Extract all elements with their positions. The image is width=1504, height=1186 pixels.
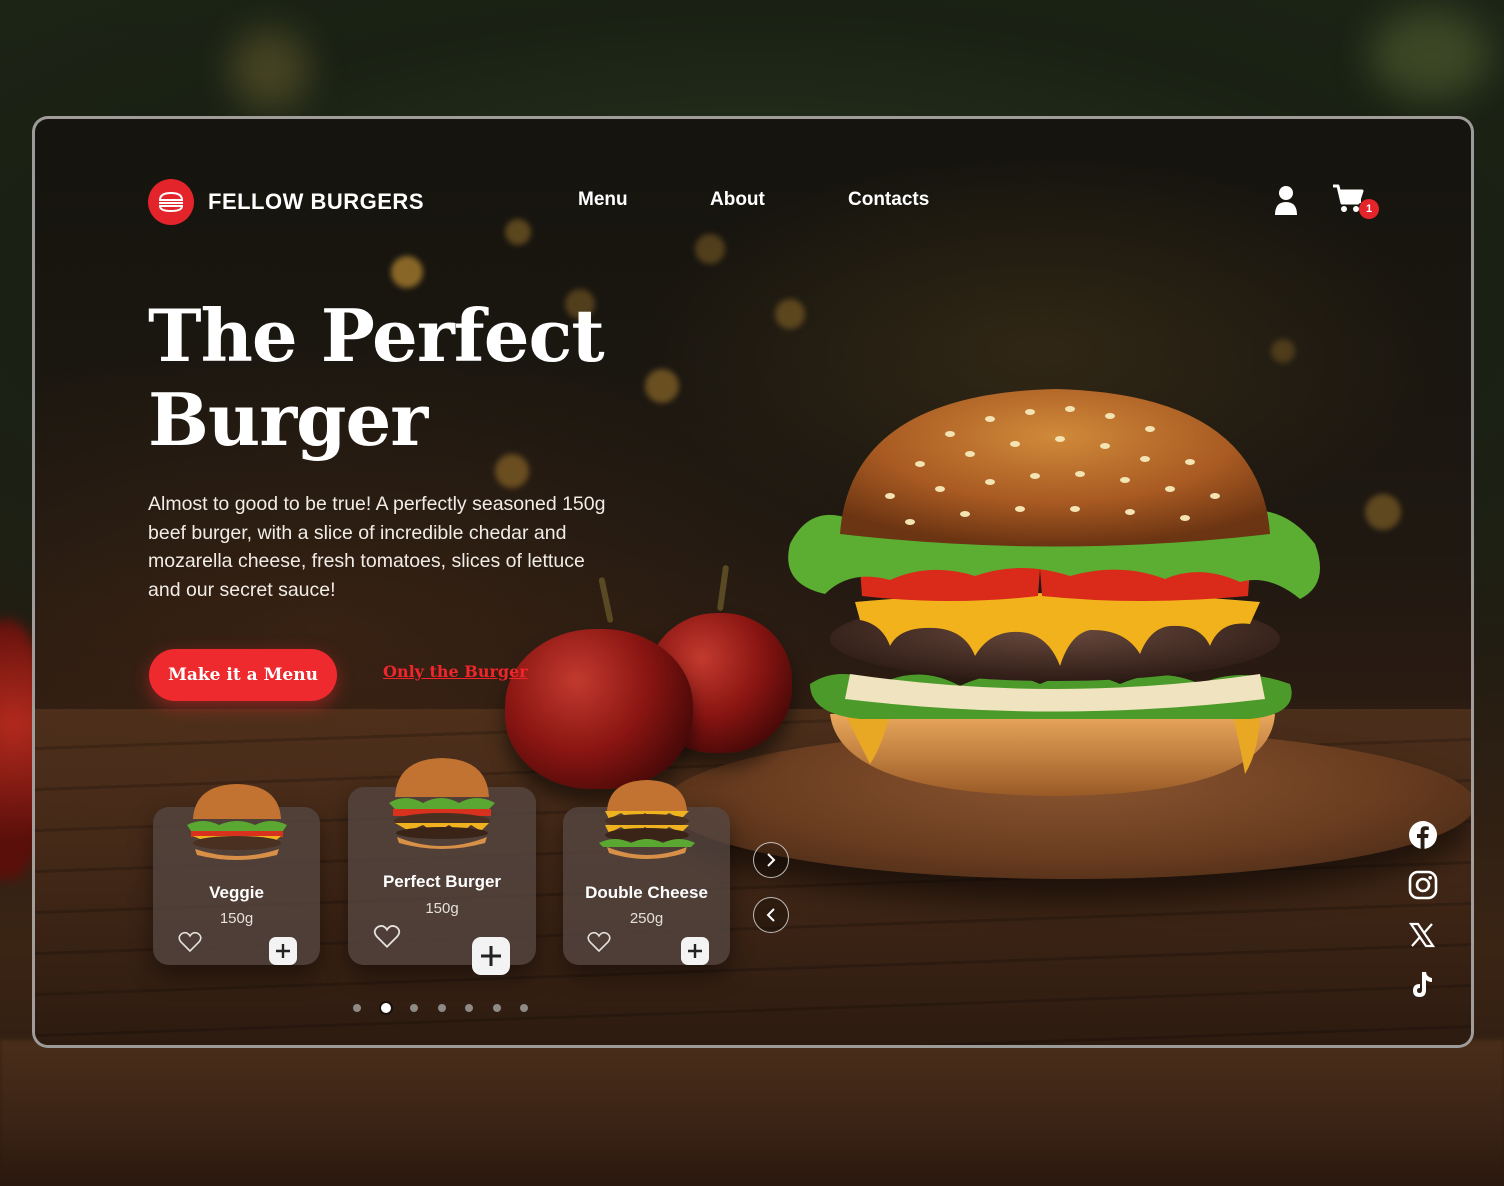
facebook-icon[interactable]	[1407, 819, 1439, 851]
pagination-dot[interactable]	[520, 1004, 528, 1012]
only-the-burger-link[interactable]: Only the Burger	[383, 662, 528, 681]
bokeh-light	[391, 256, 423, 288]
heart-icon[interactable]	[178, 931, 202, 953]
product-weight: 250g	[629, 910, 664, 927]
nav-menu[interactable]: Menu	[578, 189, 628, 211]
tomato-stem	[716, 564, 730, 612]
product-name: Double Cheese	[585, 883, 708, 902]
hero-burger-image	[788, 389, 1320, 796]
make-it-a-menu-button[interactable]: Make it a Menu	[149, 649, 337, 701]
landing-window: FELLOW BURGERS Menu About Contacts 1 The…	[32, 116, 1474, 1048]
chevron-left-icon	[766, 908, 775, 922]
instagram-icon[interactable]	[1407, 869, 1439, 901]
bokeh-light	[1271, 339, 1295, 363]
plus-icon	[688, 944, 702, 958]
pagination-dot-active[interactable]	[380, 1003, 391, 1013]
product-weight: 150g	[219, 910, 254, 927]
bokeh-light	[1365, 494, 1401, 530]
add-to-cart-button[interactable]	[472, 937, 510, 975]
tiktok-icon[interactable]	[1407, 969, 1437, 1001]
x-icon[interactable]	[1407, 920, 1437, 950]
carousel-prev-button[interactable]	[753, 897, 789, 933]
brand-name: FELLOW BURGERS	[208, 189, 424, 214]
nav-about[interactable]: About	[710, 189, 765, 211]
pagination-dot[interactable]	[437, 1004, 446, 1012]
product-card-double-cheese[interactable]: Double Cheese 250g	[563, 780, 730, 965]
brand-logo[interactable]: FELLOW BURGERS	[148, 179, 424, 225]
add-to-cart-button[interactable]	[269, 937, 297, 965]
product-card-perfect-burger[interactable]: Perfect Burger 150g	[348, 758, 536, 975]
burger-logo-icon	[148, 179, 194, 225]
double-cheese-burger-thumb	[598, 780, 695, 859]
backdrop-glow	[1370, 10, 1490, 100]
pagination-dot[interactable]	[353, 1004, 361, 1012]
hero-title-line: The Perfect	[148, 293, 605, 378]
veggie-burger-thumb	[186, 784, 287, 860]
plus-icon	[481, 946, 501, 966]
tomato-decoration	[505, 629, 693, 789]
product-name: Perfect Burger	[382, 872, 502, 891]
backdrop-table	[0, 1040, 1504, 1186]
hero-title-line: Burger	[148, 377, 428, 462]
bokeh-light	[775, 299, 805, 329]
bokeh-light	[695, 234, 725, 264]
add-to-cart-button[interactable]	[681, 937, 709, 965]
pagination-dot[interactable]	[492, 1004, 501, 1012]
backdrop-glow	[230, 30, 310, 110]
pagination-dot[interactable]	[410, 1004, 418, 1012]
product-card-veggie[interactable]: Veggie 150g	[153, 784, 320, 965]
plus-icon	[276, 944, 290, 958]
hero-description: Almost to good to be true! A perfectly s…	[148, 493, 606, 601]
perfect-burger-thumb	[389, 758, 495, 849]
heart-icon[interactable]	[373, 924, 401, 949]
user-icon[interactable]	[1271, 185, 1301, 217]
cart-count-badge: 1	[1359, 199, 1379, 219]
product-name: Veggie	[209, 883, 264, 902]
bokeh-light	[505, 219, 531, 245]
carousel-pagination	[353, 1003, 528, 1013]
heart-icon[interactable]	[587, 931, 611, 953]
hero-title: The Perfect Burger	[148, 294, 668, 462]
nav-contacts[interactable]: Contacts	[848, 189, 929, 211]
chevron-right-icon	[767, 853, 776, 867]
carousel-next-button[interactable]	[753, 842, 789, 878]
product-weight: 150g	[425, 900, 459, 917]
pagination-dot[interactable]	[465, 1004, 473, 1012]
